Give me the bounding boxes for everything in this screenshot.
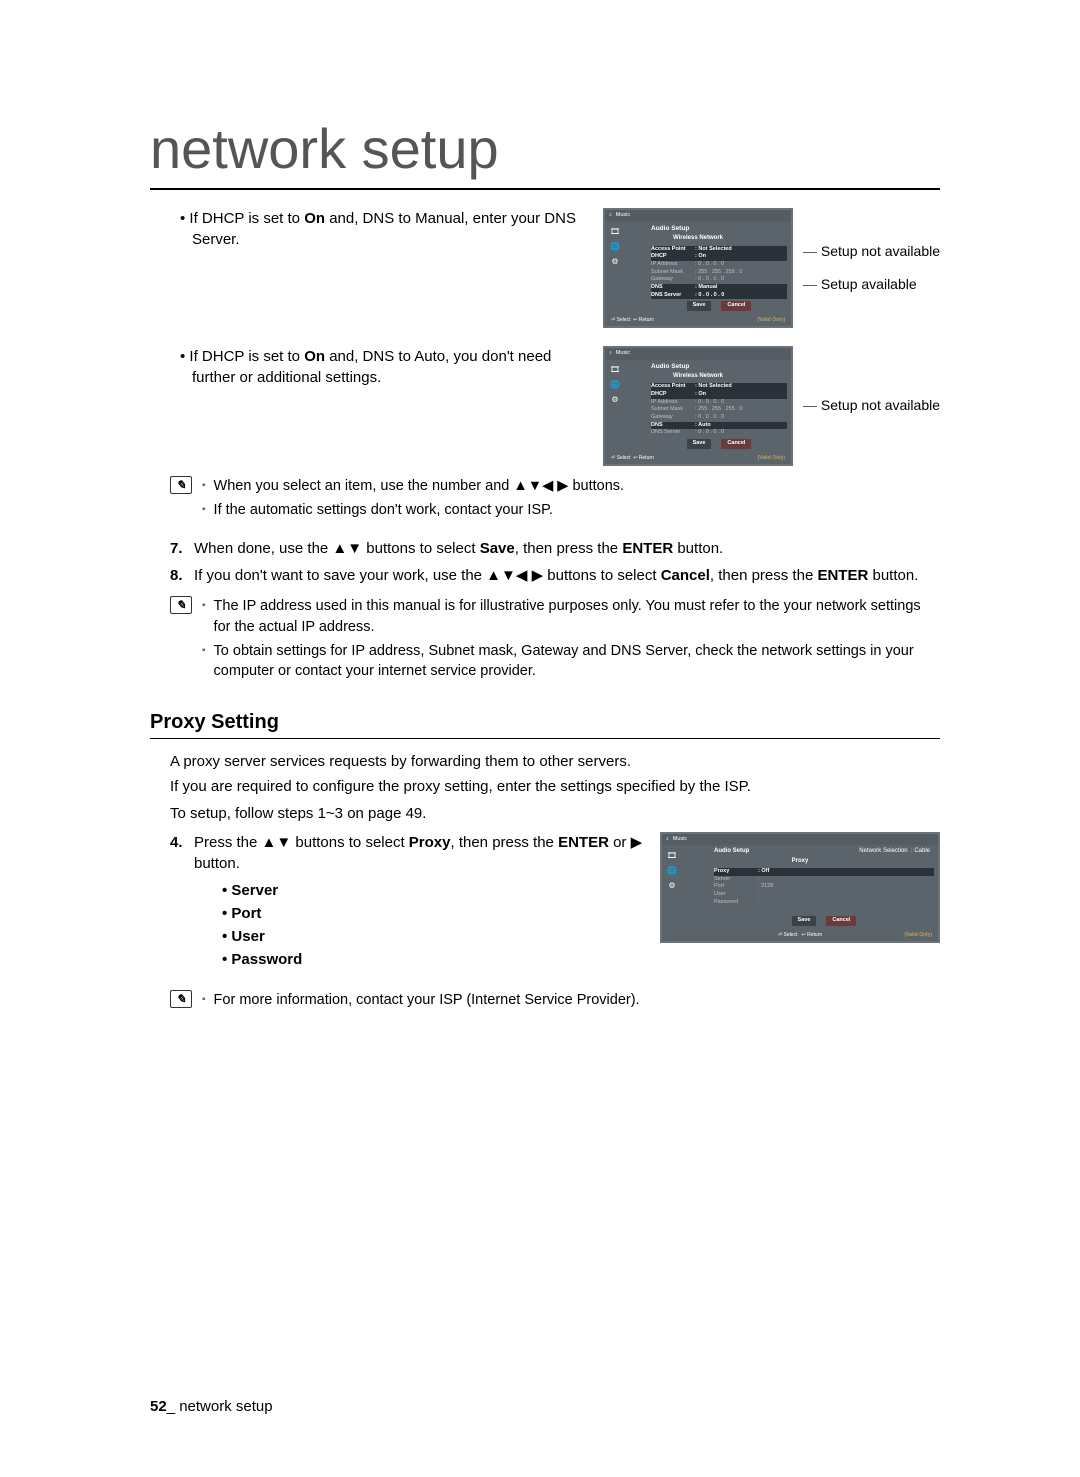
proxy-step-row: 4. Press the ▲▼ buttons to select Proxy,… bbox=[150, 832, 940, 972]
square-bullet-icon: ▪ bbox=[202, 476, 206, 496]
page-number: 52 bbox=[150, 1398, 167, 1415]
proxy-item-port: Port bbox=[194, 903, 644, 924]
save-button: Save bbox=[792, 916, 817, 926]
proxy-item-user: User bbox=[194, 926, 644, 947]
block1-screenshot-group: ♪Music 🎞 🌐 ⚙ Audio Setup Wireless Networ… bbox=[603, 208, 940, 328]
square-bullet-icon: ▪ bbox=[202, 596, 206, 637]
proxy-item-password: Password bbox=[194, 949, 644, 970]
note-selection-buttons: ✎ ▪When you select an item, use the numb… bbox=[170, 476, 940, 525]
note-contact-isp: ✎ ▪For more information, contact your IS… bbox=[170, 990, 940, 1014]
block2-text: If DHCP is set to On and, DNS to Auto, y… bbox=[150, 346, 603, 392]
footer-label: network setup bbox=[175, 1398, 273, 1415]
block-dhcp-auto: If DHCP is set to On and, DNS to Auto, y… bbox=[150, 346, 940, 466]
gear-icon: ⚙ bbox=[609, 256, 621, 268]
cancel-button: Cancel bbox=[826, 916, 856, 926]
proxy-p2: If you are required to configure the pro… bbox=[170, 776, 940, 797]
square-bullet-icon: ▪ bbox=[202, 990, 206, 1010]
caption-setup-not-available: Setup not available bbox=[803, 242, 940, 262]
music-icon: ♪ bbox=[666, 836, 669, 844]
block2-screenshot-group: ♪Music 🎞 🌐 ⚙ Audio Setup Wireless Networ… bbox=[603, 346, 940, 466]
proxy-heading: Proxy Setting bbox=[150, 708, 940, 739]
document-page: network setup If DHCP is set to On and, … bbox=[0, 0, 1080, 1082]
step-list: 7. When done, use the ▲▼ buttons to sele… bbox=[150, 538, 940, 586]
globe-icon: 🌐 bbox=[609, 241, 621, 253]
step-7: 7. When done, use the ▲▼ buttons to sele… bbox=[150, 538, 940, 559]
screenshot-proxy: ♪Music 🎞 🌐 ⚙ Audio Setup Network Selecti… bbox=[660, 832, 940, 944]
step-4: 4. Press the ▲▼ buttons to select Proxy,… bbox=[150, 832, 644, 874]
block1-text: If DHCP is set to On and, DNS to Manual,… bbox=[150, 208, 603, 254]
block2-captions: Setup not available bbox=[803, 396, 940, 416]
save-button: Save bbox=[687, 439, 712, 449]
block-dhcp-manual: If DHCP is set to On and, DNS to Manual,… bbox=[150, 208, 940, 328]
globe-icon: 🌐 bbox=[609, 379, 621, 391]
film-icon: 🎞 bbox=[666, 850, 678, 862]
screenshot-wireless-manual: ♪Music 🎞 🌐 ⚙ Audio Setup Wireless Networ… bbox=[603, 208, 793, 328]
block1-captions: Setup not available Setup available bbox=[803, 242, 940, 295]
save-button: Save bbox=[687, 301, 712, 311]
proxy-item-server: Server bbox=[194, 880, 644, 901]
note-ip-address: ✎ ▪The IP address used in this manual is… bbox=[170, 596, 940, 685]
page-title: network setup bbox=[150, 110, 940, 190]
caption-setup-available: Setup available bbox=[803, 275, 940, 295]
proxy-p1: A proxy server services requests by forw… bbox=[170, 751, 940, 772]
music-icon: ♪ bbox=[609, 350, 612, 358]
film-icon: 🎞 bbox=[609, 364, 621, 376]
gear-icon: ⚙ bbox=[666, 880, 678, 892]
page-footer: 52_ network setup bbox=[150, 1396, 273, 1417]
music-icon: ♪ bbox=[609, 212, 612, 220]
cancel-button: Cancel bbox=[721, 439, 751, 449]
note-icon: ✎ bbox=[170, 476, 192, 494]
gear-icon: ⚙ bbox=[609, 394, 621, 406]
step-8: 8. If you don't want to save your work, … bbox=[150, 565, 940, 586]
globe-icon: 🌐 bbox=[666, 865, 678, 877]
proxy-p3: To setup, follow steps 1~3 on page 49. bbox=[170, 803, 940, 824]
caption-setup-not-available: Setup not available bbox=[803, 396, 940, 416]
screenshot-wireless-auto: ♪Music 🎞 🌐 ⚙ Audio Setup Wireless Networ… bbox=[603, 346, 793, 466]
square-bullet-icon: ▪ bbox=[202, 641, 206, 682]
cancel-button: Cancel bbox=[721, 301, 751, 311]
square-bullet-icon: ▪ bbox=[202, 500, 206, 520]
note-icon: ✎ bbox=[170, 990, 192, 1008]
note-icon: ✎ bbox=[170, 596, 192, 614]
film-icon: 🎞 bbox=[609, 226, 621, 238]
